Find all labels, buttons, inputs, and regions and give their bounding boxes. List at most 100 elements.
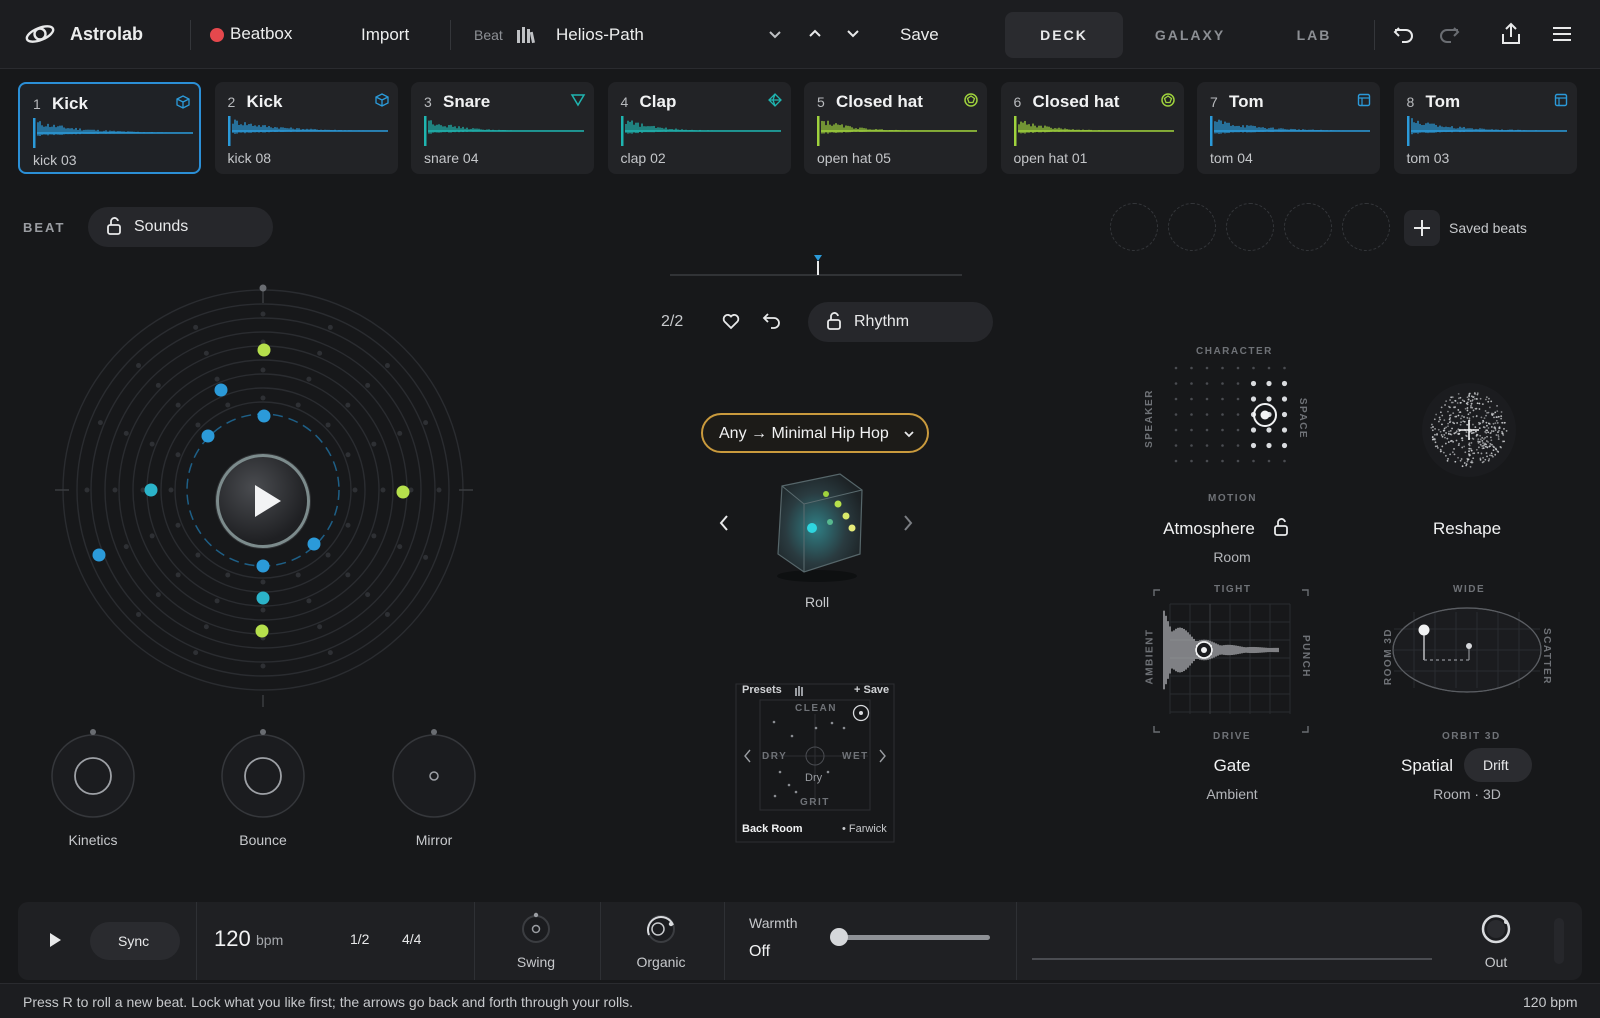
step-slot[interactable] <box>260 663 266 669</box>
beat-hit[interactable] <box>255 624 269 638</box>
beat-hit[interactable] <box>256 559 270 573</box>
menu-icon[interactable] <box>1552 26 1572 42</box>
spatial-listener-handle[interactable] <box>1466 643 1472 649</box>
step-slot[interactable] <box>371 441 377 447</box>
spatial-source-handle[interactable] <box>1418 624 1430 636</box>
beat-hit[interactable] <box>256 591 270 605</box>
step-slot[interactable] <box>345 522 351 528</box>
next-roll-icon[interactable] <box>902 514 914 532</box>
track-card[interactable]: 6 Closed hat open hat 01 <box>1000 82 1184 174</box>
step-slot[interactable] <box>203 624 209 630</box>
step-slot[interactable] <box>136 363 142 369</box>
sounds-lock-button[interactable]: Sounds <box>88 207 273 247</box>
step-slot[interactable] <box>97 420 103 426</box>
step-slot[interactable] <box>149 533 155 539</box>
tab-lab[interactable]: LAB <box>1255 12 1373 58</box>
step-slot[interactable] <box>225 402 231 408</box>
step-slot[interactable] <box>175 402 181 408</box>
box-icon[interactable] <box>1554 93 1568 107</box>
step-slot[interactable] <box>317 624 323 630</box>
step-slot[interactable] <box>195 422 201 428</box>
previous-beat-icon[interactable] <box>808 28 822 38</box>
warmth-slider[interactable] <box>830 926 1002 950</box>
step-slot[interactable] <box>317 350 323 356</box>
step-slot[interactable] <box>175 572 181 578</box>
step-slot[interactable] <box>325 552 331 558</box>
play-button[interactable] <box>216 454 310 548</box>
presets-pad[interactable]: Presets + Save CLEAN DRY WET GRIT Dry Ba… <box>732 680 898 846</box>
step-slot[interactable] <box>214 598 220 604</box>
diamond-icon[interactable] <box>767 93 782 107</box>
step-slot[interactable] <box>136 611 142 617</box>
export-icon[interactable] <box>1500 22 1522 46</box>
box-icon[interactable] <box>1357 93 1371 107</box>
cube-icon[interactable] <box>176 95 190 109</box>
step-slot[interactable] <box>123 430 129 436</box>
knob-mirror[interactable]: Mirror <box>374 728 494 848</box>
previous-roll-icon[interactable] <box>718 514 730 532</box>
step-slot[interactable] <box>175 522 181 528</box>
dodecahedron-icon[interactable] <box>964 93 978 107</box>
atmosphere-pad[interactable]: CHARACTER MOTION SPEAKER SPACE <box>1144 340 1314 510</box>
chevron-down-icon[interactable] <box>768 30 782 40</box>
timeline-scrubber[interactable] <box>670 255 962 285</box>
step-slot[interactable] <box>397 544 403 550</box>
step-slot[interactable] <box>123 544 129 550</box>
beat-hit[interactable] <box>257 409 271 423</box>
step-slot[interactable] <box>175 452 181 458</box>
presets-save-button[interactable]: + Save <box>854 684 889 696</box>
step-slot[interactable] <box>380 487 386 493</box>
beatbox-button[interactable]: Beatbox <box>208 22 318 48</box>
favorite-heart-icon[interactable] <box>722 313 740 330</box>
next-beat-icon[interactable] <box>846 29 860 39</box>
warmth-slider-thumb[interactable] <box>830 928 848 946</box>
beat-hit[interactable] <box>92 548 106 562</box>
step-slot[interactable] <box>352 487 358 493</box>
preset-back-room[interactable]: Back Room <box>742 823 803 835</box>
revert-roll-icon[interactable] <box>762 312 781 330</box>
step-slot[interactable] <box>295 402 301 408</box>
atmosphere-lock-icon[interactable] <box>1273 518 1289 536</box>
step-slot[interactable] <box>195 552 201 558</box>
presets-prev-icon[interactable] <box>744 749 751 763</box>
track-card[interactable]: 4 Clap clap 02 <box>607 82 791 174</box>
track-card[interactable]: 5 Closed hat open hat 05 <box>804 82 987 174</box>
import-button[interactable]: Import <box>361 25 409 45</box>
step-slot[interactable] <box>168 487 174 493</box>
track-card[interactable]: 2 Kick kick 08 <box>214 82 398 174</box>
step-slot[interactable] <box>260 395 266 401</box>
triangle-icon[interactable] <box>570 93 586 107</box>
preset-farwick[interactable]: • Farwick <box>842 823 887 835</box>
knob-bounce[interactable]: Bounce <box>203 728 323 848</box>
orbit-handle[interactable] <box>259 284 267 292</box>
step-slot[interactable] <box>384 363 390 369</box>
step-slot[interactable] <box>397 430 403 436</box>
undo-icon[interactable] <box>1393 24 1415 44</box>
step-slot[interactable] <box>365 382 371 388</box>
beat-hit[interactable] <box>144 483 158 497</box>
beat-hit[interactable] <box>396 485 410 499</box>
step-slot[interactable] <box>260 311 266 317</box>
step-slot[interactable] <box>193 650 199 656</box>
presets-next-icon[interactable] <box>879 749 886 763</box>
step-slot[interactable] <box>203 350 209 356</box>
beat-hit[interactable] <box>257 343 271 357</box>
track-card[interactable]: 7 Tom tom 04 <box>1197 82 1380 174</box>
step-slot[interactable] <box>84 487 90 493</box>
cube-icon[interactable] <box>374 93 389 107</box>
step-slot[interactable] <box>384 611 390 617</box>
step-slot[interactable] <box>345 572 351 578</box>
spatial-pad[interactable]: WIDE ORBIT 3D ROOM 3D SCATTER <box>1383 578 1552 748</box>
step-slot[interactable] <box>371 533 377 539</box>
out-knob[interactable] <box>1479 912 1513 946</box>
drift-button[interactable]: Drift <box>1464 748 1532 782</box>
track-card[interactable]: 1 Kick kick 03 <box>18 82 201 174</box>
step-slot[interactable] <box>365 592 371 598</box>
step-slot[interactable] <box>260 367 266 373</box>
add-saved-beat-button[interactable] <box>1404 210 1440 246</box>
knob-kinetics[interactable]: Kinetics <box>33 728 153 848</box>
step-slot[interactable] <box>306 376 312 382</box>
step-slot[interactable] <box>260 607 266 613</box>
step-slot[interactable] <box>214 376 220 382</box>
tab-galaxy[interactable]: GALAXY <box>1131 12 1249 58</box>
